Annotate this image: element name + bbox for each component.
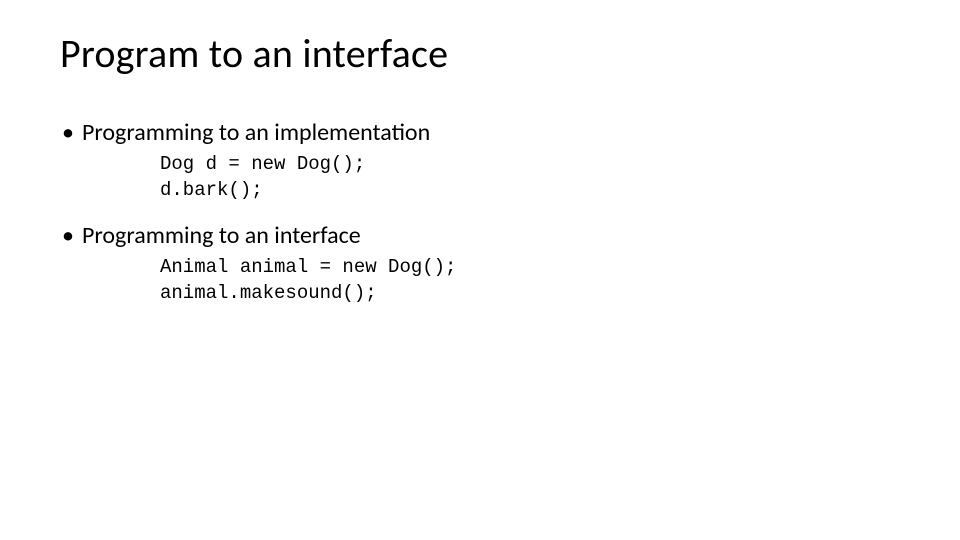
bullet-interface: Programming to an interface — [60, 221, 900, 251]
slide: Program to an interface Programming to a… — [0, 0, 960, 540]
section-implementation: Programming to an implementation Dog d =… — [60, 118, 900, 203]
code-interface: Animal animal = new Dog(); animal.makeso… — [60, 255, 900, 306]
code-implementation: Dog d = new Dog(); d.bark(); — [60, 152, 900, 203]
slide-title: Program to an interface — [60, 32, 900, 76]
section-interface: Programming to an interface Animal anima… — [60, 221, 900, 306]
bullet-implementation: Programming to an implementation — [60, 118, 900, 148]
